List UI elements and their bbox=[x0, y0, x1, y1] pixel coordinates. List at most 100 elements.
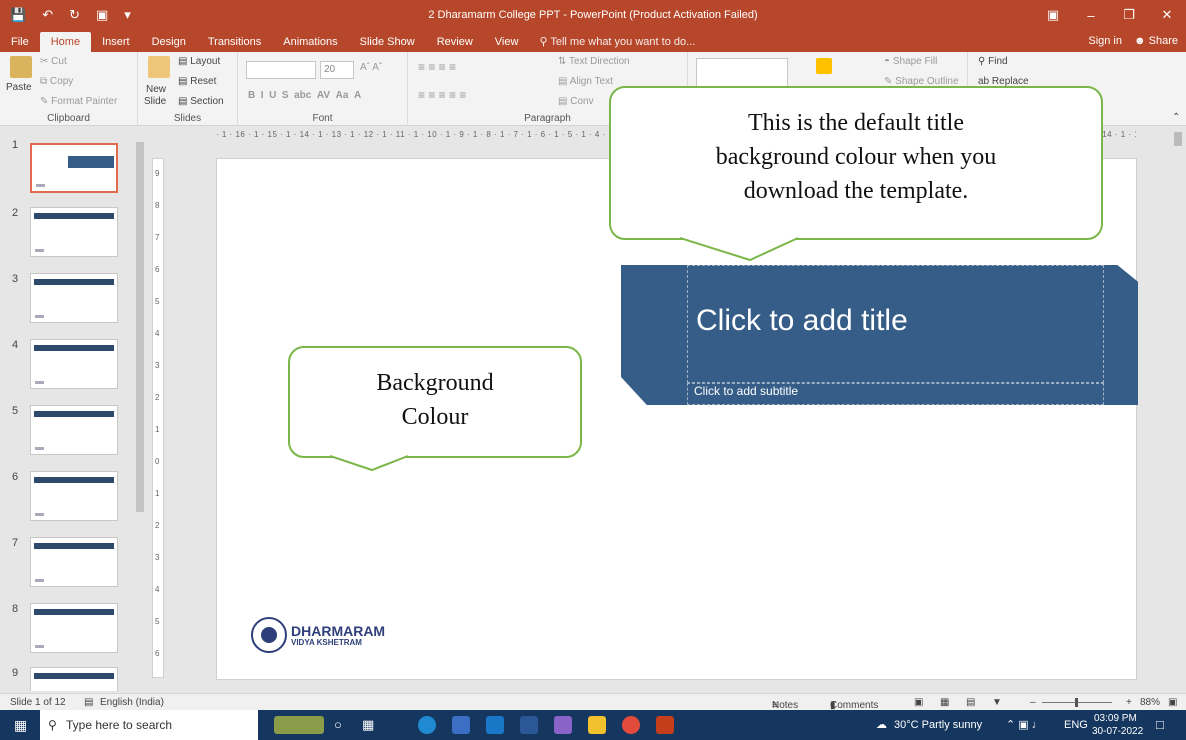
tab-review[interactable]: Review bbox=[426, 32, 484, 52]
present-from-beginning-icon[interactable]: ▣ bbox=[96, 7, 108, 23]
paint-icon[interactable] bbox=[554, 716, 572, 734]
tab-insert[interactable]: Insert bbox=[91, 32, 141, 52]
clock-date[interactable]: 30-07-2022 bbox=[1092, 726, 1143, 737]
weather-text[interactable]: 30°C Partly sunny bbox=[894, 710, 982, 740]
shape-fill-button[interactable]: ◓ Shape Fill bbox=[884, 56, 937, 67]
weather-icon[interactable]: ☁ bbox=[876, 710, 887, 740]
slide-thumbnail[interactable] bbox=[30, 339, 118, 389]
callout-line: Background bbox=[376, 370, 494, 396]
font-format-buttons[interactable]: B I U S abc AV Aa A bbox=[248, 90, 361, 101]
tab-file[interactable]: File bbox=[0, 32, 40, 52]
minimize-button[interactable]: – bbox=[1072, 8, 1110, 23]
edge-icon[interactable] bbox=[418, 716, 436, 734]
zoom-out-button[interactable]: – bbox=[1030, 697, 1036, 708]
tab-transitions[interactable]: Transitions bbox=[197, 32, 272, 52]
undo-icon[interactable]: ↶ bbox=[42, 7, 53, 23]
copy-button[interactable]: ⧉ Copy bbox=[40, 76, 73, 87]
slide-thumbnail[interactable] bbox=[30, 273, 118, 323]
slide-thumbnail[interactable] bbox=[30, 667, 118, 691]
align-text-button[interactable]: ▤ Align Text bbox=[558, 76, 613, 87]
align-buttons[interactable]: ≡ ≡ ≡ ≡ ≡ bbox=[418, 88, 466, 102]
subtitle-placeholder[interactable]: Click to add subtitle bbox=[687, 383, 1104, 405]
slide-thumbnail[interactable] bbox=[30, 471, 118, 521]
font-grow-shrink-icon[interactable]: Aˆ Aˇ bbox=[360, 62, 382, 73]
slide-thumbnail[interactable] bbox=[30, 143, 118, 193]
close-button[interactable]: ✕ bbox=[1148, 7, 1186, 23]
callout-line: Colour bbox=[401, 404, 469, 430]
cut-button[interactable]: ✂ Cut bbox=[40, 56, 67, 67]
collapse-ribbon-icon[interactable]: ⌃ bbox=[1172, 112, 1180, 123]
slide-thumbnail[interactable] bbox=[30, 603, 118, 653]
slide-thumbnail[interactable] bbox=[30, 207, 118, 257]
windows-start-icon[interactable]: ▦ bbox=[14, 717, 27, 734]
list-buttons[interactable]: ≡ ≡ ≡ ≡ bbox=[418, 60, 456, 74]
tab-animations[interactable]: Animations bbox=[272, 32, 348, 52]
search-icon: ⚲ bbox=[48, 718, 57, 732]
slide-thumbnail[interactable] bbox=[30, 405, 118, 455]
spell-check-icon[interactable]: ▤ bbox=[84, 697, 93, 708]
slide-scrollbar[interactable] bbox=[1172, 130, 1184, 690]
fit-to-window-icon[interactable]: ▣ bbox=[1168, 697, 1177, 708]
file-explorer-icon[interactable] bbox=[588, 716, 606, 734]
paste-button[interactable]: Paste bbox=[6, 82, 32, 93]
find-button[interactable]: ⚲ Find bbox=[978, 56, 1008, 67]
normal-view-icon[interactable]: ▣ bbox=[914, 697, 923, 708]
maximize-button[interactable]: ❐ bbox=[1110, 7, 1148, 23]
person-icon: ☻ bbox=[1134, 35, 1146, 47]
new-slide-icon[interactable] bbox=[148, 56, 170, 78]
font-name-box[interactable] bbox=[246, 61, 316, 79]
notification-icon[interactable]: □ bbox=[1156, 710, 1164, 740]
reading-view-icon[interactable]: ▤ bbox=[966, 697, 975, 708]
task-view-icon[interactable]: ○ bbox=[334, 710, 342, 740]
tell-me-box[interactable]: ⚲ Tell me what you want to do... bbox=[529, 32, 695, 52]
new-slide-label-2[interactable]: Slide bbox=[144, 96, 166, 107]
slideshow-view-icon[interactable]: ▼ bbox=[992, 697, 1002, 708]
taskbar-search[interactable]: ⚲ Type here to search bbox=[40, 710, 258, 740]
thumbnails-scrollbar[interactable] bbox=[134, 130, 146, 690]
tab-view[interactable]: View bbox=[484, 32, 530, 52]
mail-icon[interactable] bbox=[486, 716, 504, 734]
zoom-in-button[interactable]: + bbox=[1126, 697, 1132, 708]
chrome-icon[interactable] bbox=[622, 716, 640, 734]
find-label: Find bbox=[988, 56, 1008, 67]
thumbnail-number: 7 bbox=[12, 537, 19, 549]
language[interactable]: English (India) bbox=[100, 697, 164, 708]
ribbon-display-icon[interactable]: ▣ bbox=[1034, 7, 1072, 23]
font-size-box[interactable]: 20 bbox=[320, 61, 354, 79]
sign-in-link[interactable]: Sign in bbox=[1088, 35, 1122, 47]
copy-label: Copy bbox=[49, 76, 74, 87]
cortana-icon[interactable]: ▦ bbox=[362, 710, 374, 740]
paste-icon[interactable] bbox=[10, 56, 32, 78]
tab-home[interactable]: Home bbox=[39, 32, 92, 52]
save-icon[interactable]: 💾 bbox=[10, 7, 26, 23]
new-slide-label-1[interactable]: New bbox=[146, 84, 166, 95]
language-indicator[interactable]: ENG bbox=[1064, 710, 1088, 740]
thumbnail-number: 8 bbox=[12, 603, 19, 615]
text-direction-button[interactable]: ⇅ Text Direction bbox=[558, 56, 630, 67]
slide-sorter-icon[interactable]: ▦ bbox=[940, 697, 949, 708]
title-placeholder[interactable]: Click to add title bbox=[687, 265, 1104, 383]
layout-button[interactable]: ▤ Layout bbox=[178, 56, 220, 67]
store-icon[interactable] bbox=[452, 716, 470, 734]
tab-design[interactable]: Design bbox=[141, 32, 197, 52]
reset-button[interactable]: ▤ Reset bbox=[178, 76, 216, 87]
section-button[interactable]: ▤ Section bbox=[178, 96, 224, 107]
share-button[interactable]: ☻ Share bbox=[1134, 35, 1178, 47]
system-tray-icons[interactable]: ⌃ ▣ ♩ bbox=[1006, 710, 1043, 740]
word-icon[interactable] bbox=[520, 716, 538, 734]
section-label: Section bbox=[190, 96, 224, 107]
powerpoint-icon[interactable] bbox=[656, 716, 674, 734]
arrange-icon[interactable] bbox=[816, 58, 832, 74]
zoom-slider[interactable] bbox=[1042, 698, 1112, 707]
zoom-level[interactable]: 88% bbox=[1140, 697, 1160, 708]
slide-thumbnail[interactable] bbox=[30, 537, 118, 587]
news-widget-icon[interactable] bbox=[274, 716, 324, 734]
redo-icon[interactable]: ↻ bbox=[69, 7, 80, 23]
convert-smartart-button[interactable]: ▤ Conv bbox=[558, 96, 594, 107]
quick-access-toolbar: 💾 ↶ ↻ ▣ ▾ bbox=[0, 7, 131, 23]
customize-toolbar-icon[interactable]: ▾ bbox=[124, 7, 131, 23]
clock-time[interactable]: 03:09 PM bbox=[1094, 713, 1137, 724]
smartart-icon: ▤ bbox=[558, 96, 568, 107]
tab-slide-show[interactable]: Slide Show bbox=[349, 32, 426, 52]
format-painter-button[interactable]: ✎ Format Painter bbox=[40, 96, 117, 107]
